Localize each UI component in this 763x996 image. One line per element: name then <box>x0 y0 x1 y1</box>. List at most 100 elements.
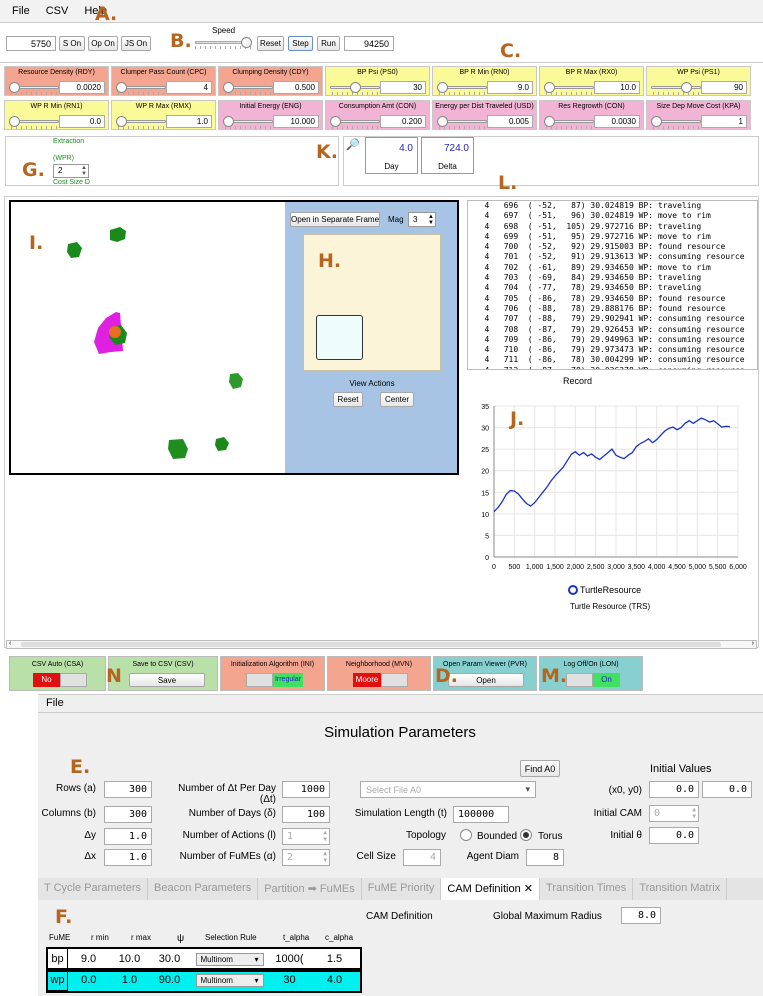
param-slider[interactable] <box>116 116 168 129</box>
speed-slider[interactable] <box>195 37 255 49</box>
spinner-arrows-icon[interactable]: ▲ ▼ <box>692 806 696 820</box>
simlen-field[interactable]: 100000 <box>453 806 509 823</box>
param-value[interactable]: 9.0 <box>487 81 533 94</box>
nfume-spinner[interactable]: 2 ▲ ▼ <box>282 849 330 866</box>
param-slider[interactable] <box>437 116 489 129</box>
gmr-field[interactable]: 8.0 <box>621 907 661 924</box>
sim-menu-file[interactable]: File <box>46 697 64 709</box>
tab-transition-times[interactable]: Transition Times <box>540 878 634 900</box>
toggle-off-side[interactable] <box>60 673 87 687</box>
param-slider[interactable] <box>116 82 168 95</box>
param-value[interactable]: 1.0 <box>166 115 212 128</box>
toggle-state[interactable]: No <box>33 673 60 687</box>
horizontal-scrollbar[interactable]: ‹ › <box>6 640 757 649</box>
param-slider[interactable] <box>9 82 61 95</box>
param-value[interactable]: 1 <box>701 115 747 128</box>
menu-file[interactable]: File <box>12 5 30 17</box>
param-value[interactable]: 10.0 <box>594 81 640 94</box>
param-value[interactable]: 0.500 <box>273 81 319 94</box>
dx-field[interactable]: 1.0 <box>104 849 152 866</box>
calpha-cell[interactable]: 4.0 <box>310 970 360 991</box>
toggle-state[interactable]: Irregular <box>273 673 303 687</box>
view-reset-button[interactable]: Reset <box>333 392 363 407</box>
select-file-a0[interactable]: Select File A0 ▾ <box>360 781 536 798</box>
toggle-state[interactable]: On <box>593 673 620 687</box>
param-slider[interactable] <box>651 82 703 95</box>
toggle-left-side[interactable] <box>246 673 273 687</box>
toggle-state[interactable]: Moore <box>353 673 381 687</box>
tab-partition[interactable]: Partition ➡ FuMEs <box>258 878 362 900</box>
world-view[interactable]: Open in Separate Frame Mag 3 ▲ ▼ H. View … <box>9 200 459 475</box>
param-slider[interactable] <box>330 82 382 95</box>
param-value[interactable]: 0.0 <box>59 115 105 128</box>
x0-field[interactable]: 0.0 <box>649 781 699 798</box>
spinner-arrows-icon[interactable]: ▲ ▼ <box>323 829 327 843</box>
spinner-arrows-icon[interactable]: ▲ ▼ <box>323 850 327 864</box>
initcam-spinner[interactable]: 0 ▲ ▼ <box>649 805 699 822</box>
param-slider[interactable] <box>223 116 275 129</box>
param-slider[interactable] <box>544 116 596 129</box>
param-slider[interactable] <box>223 82 275 95</box>
scroll-right-icon[interactable]: › <box>752 640 754 647</box>
torus-radio[interactable] <box>520 829 532 841</box>
open-param-viewer-button[interactable]: Open <box>448 673 524 687</box>
toggle-left-side[interactable] <box>566 673 593 687</box>
param-value[interactable]: 90 <box>701 81 747 94</box>
param-slider[interactable] <box>437 82 489 95</box>
param-value[interactable]: 0.0020 <box>59 81 105 94</box>
find-a0-button[interactable]: Find A0 <box>520 760 560 777</box>
cellsize-field[interactable]: 4 <box>403 849 441 866</box>
param-value[interactable]: 0.005 <box>487 115 533 128</box>
param-value[interactable]: 0.0030 <box>594 115 640 128</box>
tab-fume-priority[interactable]: FuME Priority <box>362 878 442 900</box>
talpha-cell[interactable]: 30 <box>270 970 310 991</box>
param-value[interactable]: 30 <box>380 81 426 94</box>
event-log[interactable]: 4 696 ( -52, 87) 30.024819 BP: traveling… <box>467 200 758 370</box>
y0-field[interactable]: 0.0 <box>702 781 752 798</box>
run-button[interactable]: Run <box>317 36 340 51</box>
calpha-cell[interactable]: 1.5 <box>310 949 360 970</box>
s-on-button[interactable]: S On <box>59 36 85 51</box>
dy-field[interactable]: 1.0 <box>104 828 152 845</box>
param-value[interactable]: 0.200 <box>380 115 426 128</box>
param-slider[interactable] <box>9 116 61 129</box>
rule-cell[interactable]: Multinom ▾ <box>190 970 270 991</box>
scroll-thumb[interactable] <box>21 642 721 647</box>
table-row[interactable]: wp 0.0 1.0 90.0 Multinom ▾ 30 4.0 <box>45 967 362 993</box>
rmax-cell[interactable]: 1.0 <box>110 970 150 991</box>
param-slider[interactable] <box>651 116 703 129</box>
param-slider[interactable] <box>544 82 596 95</box>
tab-transition-matrix[interactable]: Transition Matrix <box>633 878 728 900</box>
param-value[interactable]: 4 <box>166 81 212 94</box>
mag-spinner[interactable]: 3 ▲ ▼ <box>408 212 436 227</box>
view-center-button[interactable]: Center <box>380 392 414 407</box>
scroll-left-icon[interactable]: ‹ <box>9 640 11 647</box>
save-button[interactable]: Save <box>129 673 205 687</box>
total-field[interactable]: 94250 <box>344 36 394 51</box>
js-on-button[interactable]: JS On <box>121 36 151 51</box>
magnifier-icon[interactable]: 🔎 <box>346 138 360 151</box>
cols-field[interactable]: 300 <box>104 806 152 823</box>
count-field[interactable]: 5750 <box>6 36 56 51</box>
param-slider[interactable] <box>330 116 382 129</box>
psi-cell[interactable]: 30.0 <box>150 949 190 970</box>
tab-beacon[interactable]: Beacon Parameters <box>148 878 259 900</box>
rmin-cell[interactable]: 0.0 <box>68 970 110 991</box>
talpha-cell[interactable]: 1000( <box>270 949 310 970</box>
rule-cell[interactable]: Multinom ▾ <box>190 949 270 970</box>
toggle-right-side[interactable] <box>381 673 408 687</box>
param-value[interactable]: 10.000 <box>273 115 319 128</box>
open-separate-frame-button[interactable]: Open in Separate Frame <box>290 212 380 227</box>
theta-field[interactable]: 0.0 <box>649 827 699 844</box>
rmax-cell[interactable]: 10.0 <box>110 949 150 970</box>
rows-field[interactable]: 300 <box>104 781 152 798</box>
bounded-radio[interactable] <box>460 829 472 841</box>
spinner-arrows-icon[interactable]: ▲ ▼ <box>81 165 87 177</box>
tab-t-cycle[interactable]: T Cycle Parameters <box>38 878 148 900</box>
nact-spinner[interactable]: 1 ▲ ▼ <box>282 828 330 845</box>
ndt-field[interactable]: 1000 <box>282 781 330 798</box>
psi-cell[interactable]: 90.0 <box>150 970 190 991</box>
op-on-button[interactable]: Op On <box>88 36 118 51</box>
tab-cam-definition[interactable]: CAM Definition ✕ <box>441 878 541 900</box>
menu-csv[interactable]: CSV <box>46 5 69 17</box>
